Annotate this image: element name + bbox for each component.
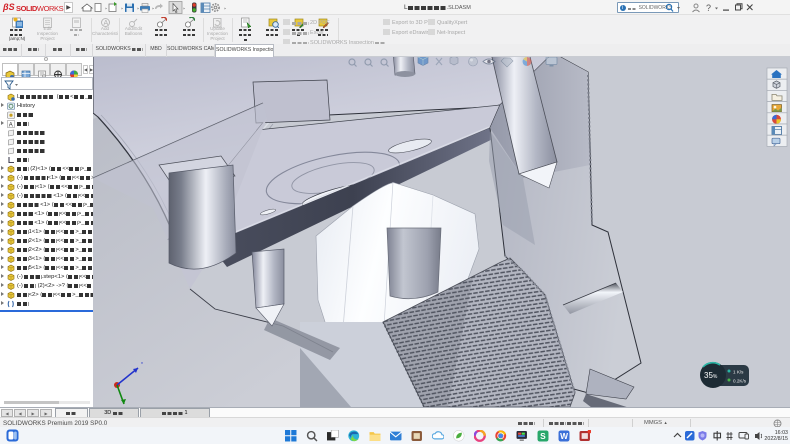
svg-text:?: ? <box>706 3 711 13</box>
svg-text:1 K/s: 1 K/s <box>733 370 744 375</box>
svg-text:A: A <box>9 122 13 128</box>
svg-text:W: W <box>560 431 568 441</box>
svg-text:S: S <box>540 431 546 441</box>
svg-text:0.2K/s: 0.2K/s <box>733 379 747 384</box>
svg-text:*: * <box>141 362 143 368</box>
